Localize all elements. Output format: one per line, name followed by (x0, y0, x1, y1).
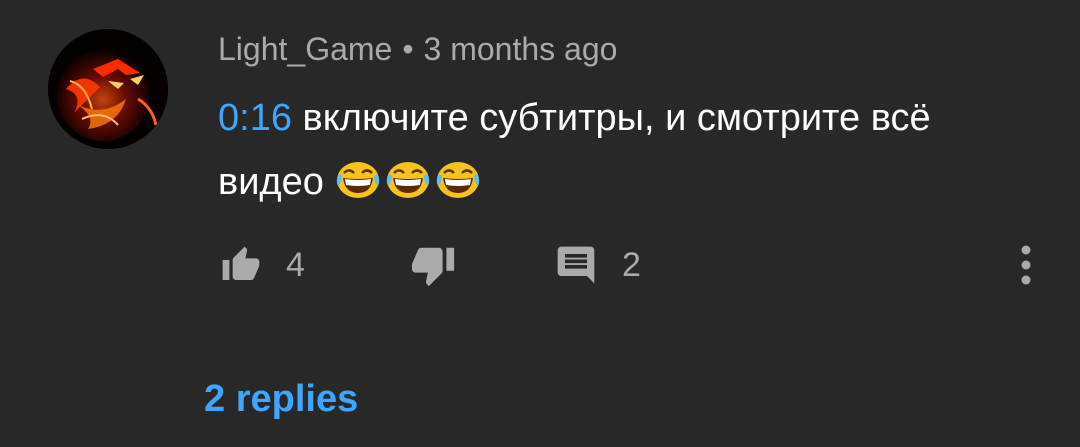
emoji-row (334, 161, 484, 203)
thumbs-down-icon (411, 247, 455, 287)
comment-actions: 4 2 (218, 240, 1068, 290)
like-count: 4 (286, 245, 305, 284)
avatar-image (48, 29, 168, 149)
meta-separator: • (402, 31, 414, 67)
thumbs-up-icon (222, 246, 260, 280)
comment-meta: Light_Game • 3 months ago (218, 26, 1038, 72)
like-button[interactable]: 4 (218, 240, 305, 290)
comment-text: 0:16 включите субтитры, и смотрите всё в… (218, 86, 1038, 214)
more-vert-icon (1021, 245, 1031, 285)
reply-button[interactable]: 2 (554, 240, 641, 290)
reply-count: 2 (622, 245, 641, 284)
comment-time: 3 months ago (423, 31, 618, 67)
more-options-button[interactable] (1014, 240, 1038, 290)
author-name[interactable]: Light_Game (218, 31, 392, 67)
comment-thread: Light_Game • 3 months ago 0:16 включите су… (0, 0, 1080, 447)
view-replies-link[interactable]: 2 replies (204, 374, 358, 424)
timestamp-link[interactable]: 0:16 (218, 97, 292, 139)
tears-of-joy-emoji (334, 160, 382, 200)
dislike-button[interactable] (410, 240, 456, 290)
comment-icon (557, 246, 595, 284)
tears-of-joy-emoji (434, 160, 482, 200)
comment-body: Light_Game • 3 months ago 0:16 включите су… (218, 26, 1038, 214)
tears-of-joy-emoji (384, 160, 432, 200)
avatar[interactable] (48, 29, 168, 149)
comment-text-body: включите субтитры, и смотрите всё видео (218, 97, 931, 203)
